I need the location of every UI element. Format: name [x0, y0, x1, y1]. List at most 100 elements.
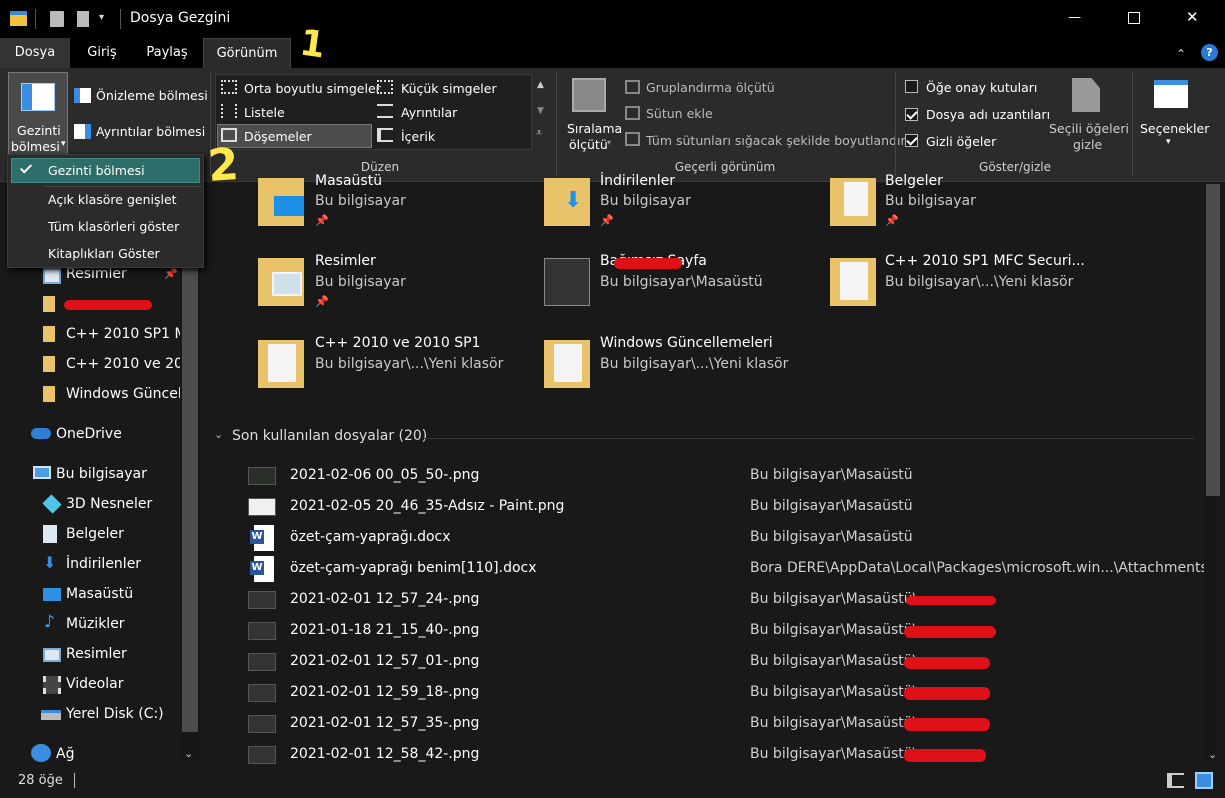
properties-icon[interactable] [50, 11, 64, 27]
recent-file-row[interactable]: 2021-02-01 12_59_18-.png Bu bilgisayar\Ma… [204, 678, 1204, 708]
annotation-2: 2 [206, 138, 241, 193]
desktop-icon [43, 588, 61, 601]
layout-expand-icon[interactable]: ⩡ [536, 126, 542, 140]
list-icon [221, 104, 237, 118]
nav-item-onedrive[interactable]: OneDrive [56, 426, 122, 442]
details-pane-button[interactable]: Ayrıntılar bölmesi [96, 124, 205, 139]
nav-item-videos[interactable]: Videolar [66, 676, 123, 692]
nav-item-pictures[interactable]: Resimler [66, 646, 127, 662]
window-title: Dosya Gezgini [130, 10, 231, 26]
nav-item-downloads[interactable]: İndirilenler [66, 556, 141, 572]
file-extensions-checkbox[interactable] [905, 108, 918, 121]
redaction-mark [906, 596, 996, 605]
new-folder-icon[interactable] [77, 11, 89, 27]
recent-file-row[interactable]: 2021-02-06 00_05_50-.png Bu bilgisayar\Ma… [204, 461, 1204, 491]
tile-name: C++ 2010 SP1 MFC Securi... [885, 253, 1085, 269]
menu-item-expand-to-open-folder[interactable]: Açık klasöre genişlet [48, 192, 177, 207]
fit-columns-button[interactable]: Tüm sütunları sığacak şekilde boyutlandı… [646, 133, 906, 148]
tab-view[interactable]: Görünüm [203, 38, 291, 68]
annotation-1: 1 [297, 22, 328, 67]
layout-content[interactable]: İçerik [401, 129, 435, 144]
recent-files-collapse-icon[interactable]: ⌄ [214, 428, 223, 441]
recent-file-row[interactable]: 2021-02-01 12_57_01-.png Bu bilgisayar\Ma… [204, 647, 1204, 677]
group-by-button[interactable]: Gruplandırma ölçütü [646, 80, 775, 95]
tab-share[interactable]: Paylaş [138, 38, 196, 68]
png-thumbnail-icon [248, 746, 276, 764]
png-thumbnail-icon [248, 684, 276, 702]
large-icons-view-icon[interactable] [1195, 772, 1213, 789]
title-bar: ▾ Dosya Gezgini — ✕ [0, 0, 1225, 38]
tab-file[interactable]: Dosya [0, 38, 70, 68]
content-icon [377, 128, 393, 142]
content-scrollbar-thumb[interactable] [1206, 184, 1220, 496]
recent-files-header[interactable]: Son kullanılan dosyalar (20) [232, 428, 427, 444]
nav-item-local-disk[interactable]: Yerel Disk (C:) [66, 706, 164, 722]
recent-file-row[interactable]: 2021-02-01 12_57_24-.png Bu bilgisayar\Ma… [204, 585, 1204, 615]
pin-icon: 📌 [315, 295, 329, 308]
options-button[interactable]: Seçenekler [1140, 121, 1209, 136]
details-pane-icon [74, 124, 91, 139]
layout-small-icons[interactable]: Küçük simgeler [401, 81, 497, 96]
nav-item-music[interactable]: Müzikler [66, 616, 125, 632]
layout-list[interactable]: Listele [244, 105, 285, 120]
navigation-pane-button[interactable]: Gezinti bölmesi ▾ [8, 72, 68, 156]
fit-columns-icon [625, 132, 640, 146]
redaction-mark [614, 258, 682, 269]
folder-icon [544, 258, 590, 306]
minimize-button[interactable]: — [1068, 10, 1081, 25]
tab-home[interactable]: Giriş [78, 38, 126, 68]
nav-item-network[interactable]: Ağ [56, 746, 74, 762]
redaction-mark [904, 626, 996, 638]
word-document-icon: W [250, 556, 274, 582]
nav-item-windows-updates[interactable]: Windows Güncell [66, 386, 186, 402]
menu-item-show-libraries[interactable]: Kitaplıkları Göster [48, 246, 160, 261]
recent-file-row[interactable]: W özet-çam-yaprağı benim[110].docx Bora D… [204, 554, 1208, 584]
recent-file-row[interactable]: 2021-01-18 21_15_40-.png Bu bilgisayar\Ma… [204, 616, 1204, 646]
content-pane: Masaüstü Bu bilgisayar 📌 ⬇ İndirilenler … [204, 173, 1208, 765]
preview-pane-icon [74, 88, 91, 103]
maximize-button[interactable] [1128, 12, 1140, 24]
tile-name: Windows Güncellemeleri [600, 335, 773, 351]
recent-file-row[interactable]: W özet-çam-yaprağı.docx Bu bilgisayar\Mas… [204, 523, 1204, 553]
recent-file-row[interactable]: 2021-02-01 12_57_35-.png Bu bilgisayar\Ma… [204, 709, 1204, 739]
menu-item-show-all-folders[interactable]: Tüm klasörleri göster [48, 219, 179, 234]
local-disk-icon [41, 710, 61, 720]
nav-scroll-down-icon[interactable]: ⌄ [184, 747, 193, 760]
nav-item-cpp-sp1-mfc[interactable]: C++ 2010 SP1 MF [66, 326, 195, 342]
nav-item-this-pc[interactable]: Bu bilgisayar [56, 466, 147, 482]
details-view-icon[interactable] [1167, 773, 1184, 788]
close-button[interactable]: ✕ [1186, 8, 1199, 26]
tile-location: Bu bilgisayar\Masaüstü [600, 274, 763, 290]
nav-item-pictures-pinned[interactable]: Resimler [66, 266, 127, 282]
music-icon: ♪ [44, 612, 55, 632]
nav-item-documents[interactable]: Belgeler [66, 526, 124, 542]
this-pc-icon [33, 466, 51, 479]
folder-icon [43, 356, 55, 372]
quick-access-dropdown-icon[interactable]: ▾ [99, 12, 104, 23]
desktop-folder-icon [258, 178, 304, 226]
layout-medium-icons[interactable]: Orta boyutlu simgeler [244, 81, 381, 96]
item-checkboxes-checkbox[interactable] [905, 80, 918, 93]
small-icons-icon [377, 80, 393, 94]
hidden-items-checkbox[interactable] [905, 134, 918, 147]
redaction-mark [904, 749, 986, 762]
tile-location: Bu bilgisayar [600, 193, 691, 209]
sort-by-button[interactable]: Sıralama [567, 121, 622, 136]
hide-selected-button[interactable]: Seçili öğeleri [1049, 121, 1129, 136]
folder-icon [43, 386, 55, 402]
layout-details[interactable]: Ayrıntılar [401, 105, 457, 120]
collapse-ribbon-icon[interactable]: ⌃ [1176, 47, 1186, 61]
content-scroll-down-icon[interactable]: ⌄ [1208, 748, 1217, 761]
nav-item-desktop[interactable]: Masaüstü [66, 586, 133, 602]
layout-tiles[interactable]: Döşemeler [244, 129, 312, 144]
help-icon[interactable]: ? [1201, 44, 1218, 61]
tile-name: Masaüstü [315, 173, 383, 189]
layout-scroll-up-icon[interactable]: ▲ [537, 80, 544, 90]
recent-file-row[interactable]: 2021-02-05 20_46_35-Adsız - Paint.png Bu … [204, 492, 1204, 522]
preview-pane-button[interactable]: Önizleme bölmesi [96, 88, 208, 103]
pictures-icon [43, 648, 61, 662]
add-column-button[interactable]: Sütun ekle [646, 106, 713, 121]
nav-item-3d-objects[interactable]: 3D Nesneler [66, 496, 152, 512]
layout-scroll-down-icon[interactable]: ▼ [537, 106, 544, 116]
nav-item-cpp-2010[interactable]: C++ 2010 ve 201 [66, 356, 192, 372]
